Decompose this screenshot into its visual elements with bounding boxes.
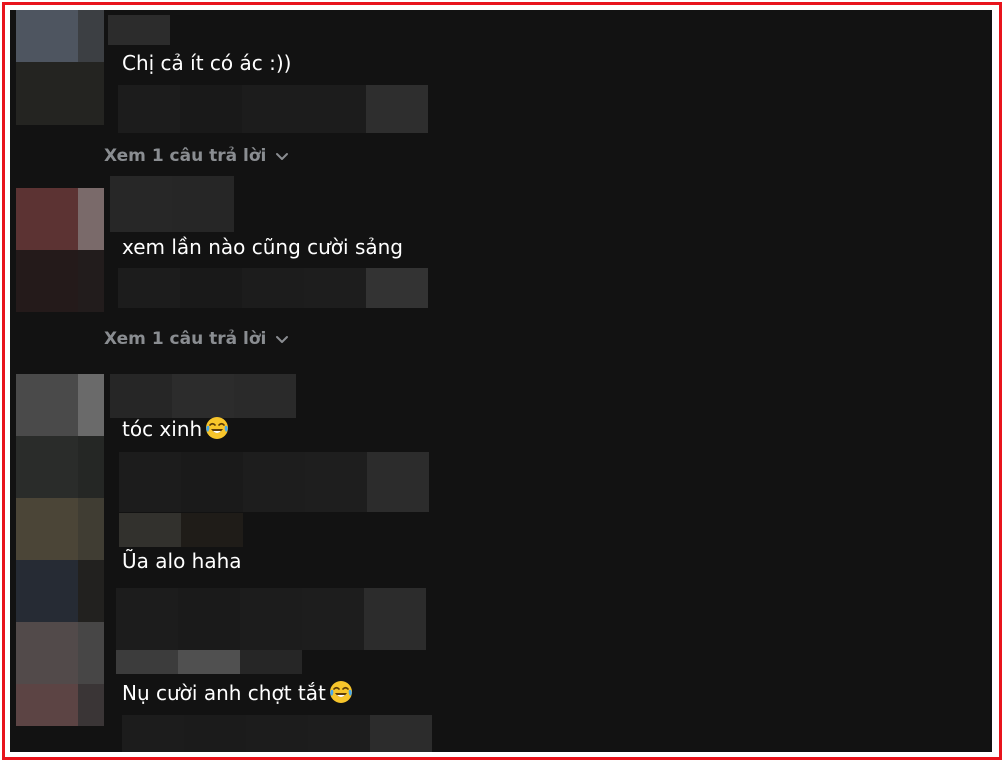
chevron-down-icon — [276, 336, 289, 343]
view-replies-label: Xem 1 câu trả lời — [104, 329, 267, 349]
face-with-tears-of-joy-icon — [329, 681, 352, 703]
author-name-redacted[interactable] — [108, 15, 170, 45]
face-with-tears-of-joy-icon — [206, 417, 229, 439]
view-replies-button[interactable]: Xem 1 câu trả lời — [104, 328, 290, 350]
comment-text: Nụ cười anh chợt tắt — [122, 681, 326, 705]
comment-text: Chị cả ít có ác :)) — [122, 51, 292, 75]
chevron-down-icon — [276, 153, 289, 160]
comments-panel: Chị cả ít có ác :)) Xem 1 câu trả lời xe… — [10, 10, 992, 752]
view-replies-label: Xem 1 câu trả lời — [104, 146, 267, 166]
comment-text-row: Nụ cười anh chợt tắt — [122, 680, 353, 706]
view-replies-button[interactable]: Xem 1 câu trả lời — [104, 145, 290, 167]
comment-text: Ũa alo haha — [122, 549, 242, 573]
comment-text-row: tóc xinh — [122, 416, 229, 442]
comment-text: xem lần nào cũng cười sảng — [122, 235, 404, 259]
comment-text: tóc xinh — [122, 417, 203, 441]
